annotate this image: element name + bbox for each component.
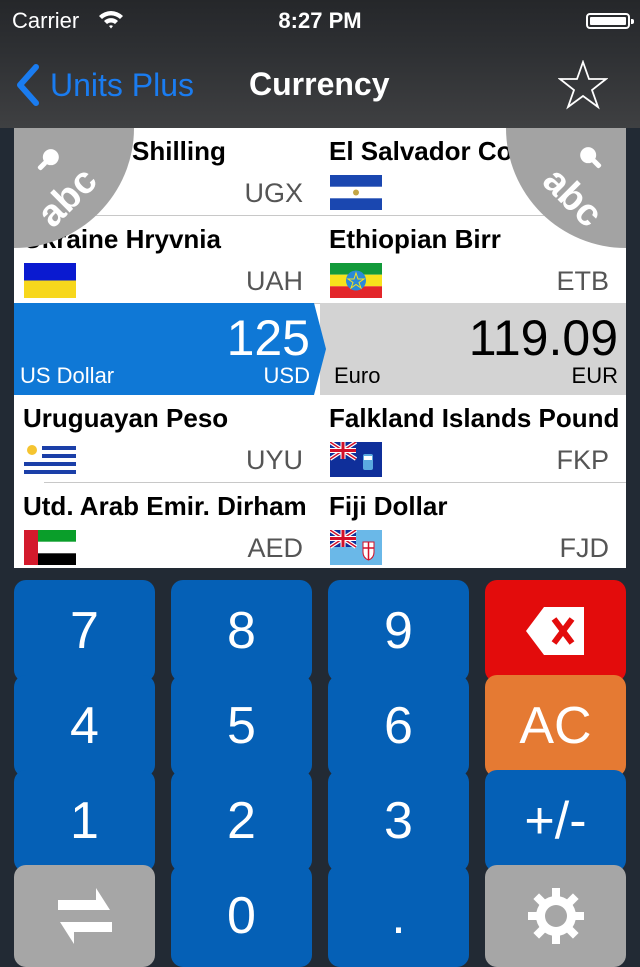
key-0[interactable]: 0 — [171, 865, 312, 967]
currency-code: UAH — [245, 266, 303, 296]
currency-name: Shilling — [132, 136, 226, 166]
from-currency[interactable]: 125 US Dollar USD — [14, 303, 326, 395]
key-9[interactable]: 9 — [328, 580, 469, 682]
currency-name: Falkland Islands Pound — [329, 403, 620, 433]
chevron-left-icon — [17, 64, 39, 106]
clock: 8:27 PM — [278, 8, 362, 33]
currency-row[interactable]: Falkland Islands Pound FKP — [320, 395, 626, 483]
star-outline-icon[interactable] — [558, 60, 608, 110]
key-6[interactable]: 6 — [328, 675, 469, 777]
key-5[interactable]: 5 — [171, 675, 312, 777]
key-7[interactable]: 7 — [14, 580, 155, 682]
key-1[interactable]: 1 — [14, 770, 155, 872]
converted-value: 119.09 — [468, 310, 618, 366]
currency-name: Ethiopian Birr — [329, 224, 501, 254]
currency-code: FKP — [556, 445, 609, 475]
swap-arrows-icon — [57, 888, 112, 944]
key-3[interactable]: 3 — [328, 770, 469, 872]
currency-name: Utd. Arab Emir. Dirham — [23, 491, 307, 521]
currency-code: ETB — [556, 266, 609, 296]
currency-code: UGX — [244, 178, 303, 208]
currency-row[interactable]: Utd. Arab Emir. Dirham AED — [14, 483, 320, 568]
back-button[interactable]: Units Plus — [16, 62, 194, 108]
falkland-flag-icon — [330, 442, 382, 477]
currency-name: El Salvador Co — [329, 136, 513, 166]
key-4[interactable]: 4 — [14, 675, 155, 777]
uruguay-flag-icon — [24, 442, 76, 477]
settings-button[interactable] — [485, 865, 626, 967]
key-2[interactable]: 2 — [171, 770, 312, 872]
to-currency-name: Euro — [334, 363, 381, 388]
clear-all-button[interactable]: AC — [485, 675, 626, 777]
currency-code: UYU — [245, 445, 303, 475]
uae-flag-icon — [24, 530, 76, 565]
decimal-point-button[interactable]: . — [328, 865, 469, 967]
ukraine-flag-icon — [24, 263, 76, 298]
to-currency-code: EUR — [571, 363, 618, 388]
swap-button[interactable] — [14, 865, 155, 967]
input-value: 125 — [226, 310, 310, 366]
sign-toggle-button[interactable]: +/- — [485, 770, 626, 872]
from-currency-name: US Dollar — [20, 363, 115, 388]
navigation-bar: Units Plus Currency — [0, 40, 640, 128]
el-salvador-flag-icon — [330, 175, 382, 210]
backspace-button[interactable] — [485, 580, 626, 682]
fiji-flag-icon — [330, 530, 382, 565]
from-currency-code: USD — [263, 363, 310, 388]
key-8[interactable]: 8 — [171, 580, 312, 682]
alphabet-search-right[interactable]: abc — [496, 128, 626, 258]
back-label: Units Plus — [50, 66, 195, 103]
currency-name: Fiji Dollar — [329, 491, 448, 521]
battery-full-icon — [586, 13, 634, 29]
top-bar: Carrier 8:27 PM Units Plus Currency — [0, 0, 640, 128]
currency-code: FJD — [559, 533, 610, 563]
page-title: Currency — [249, 66, 390, 102]
backspace-icon — [525, 607, 584, 655]
gear-icon — [527, 888, 584, 944]
alphabet-search-left[interactable]: abc — [14, 128, 144, 258]
currency-name: Uruguayan Peso — [23, 403, 229, 433]
ethiopia-flag-icon — [330, 263, 382, 298]
status-bar: Carrier 8:27 PM — [0, 0, 640, 40]
currency-code: AED — [247, 533, 303, 563]
currency-row[interactable]: Uruguayan Peso UYU — [14, 395, 320, 483]
to-currency[interactable]: 119.09 Euro EUR — [320, 303, 626, 395]
currency-row[interactable]: Fiji Dollar FJD — [320, 483, 626, 568]
